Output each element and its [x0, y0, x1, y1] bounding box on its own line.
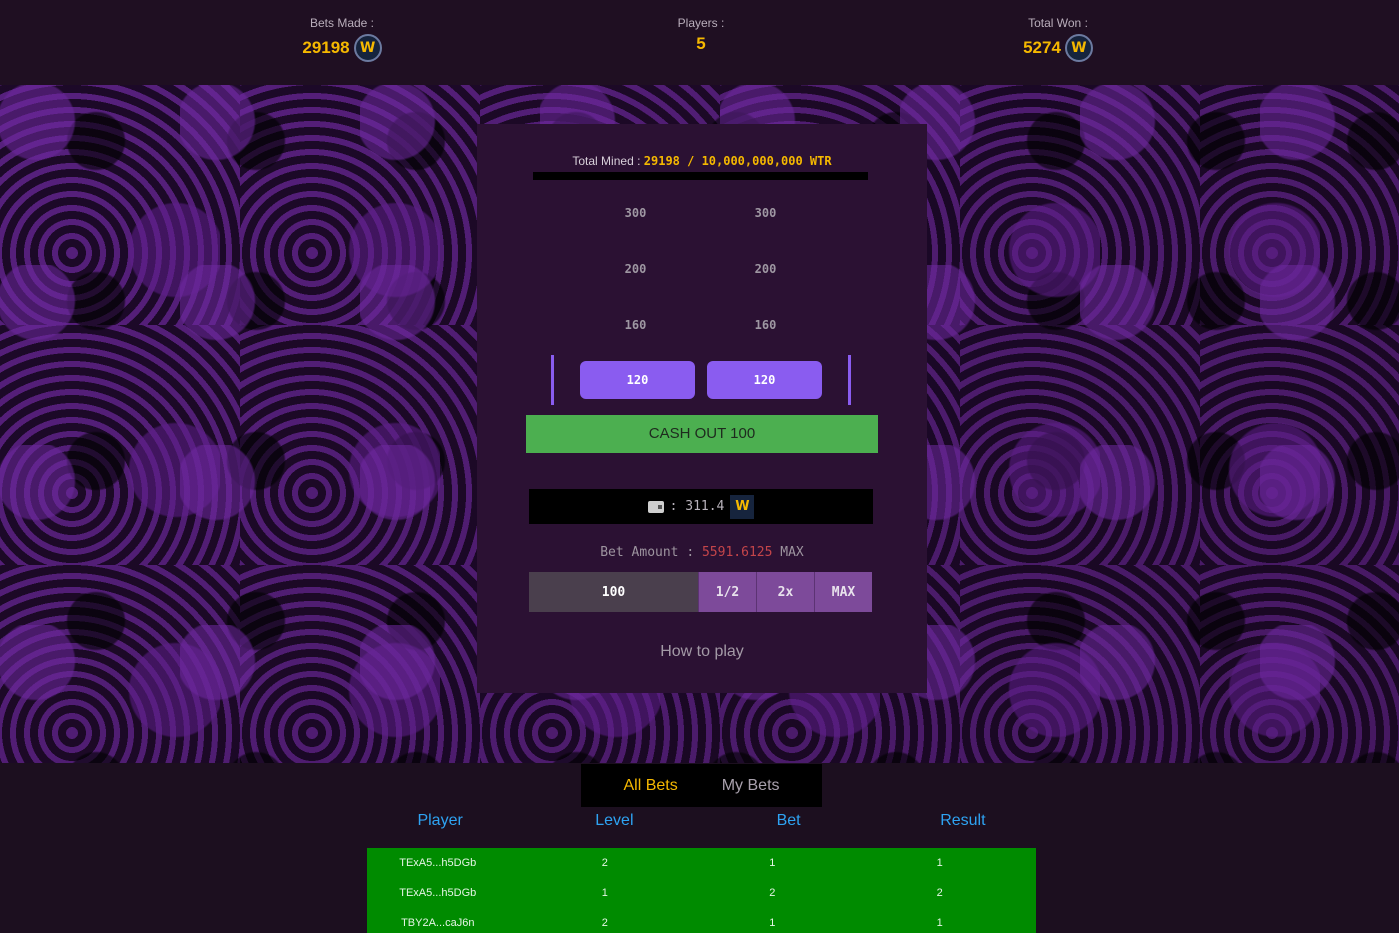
tower-rail-left: [551, 355, 554, 405]
total-mined-value: 29198 / 10,000,000,000 WTR: [643, 154, 832, 168]
player-cell: TExA5...h5DGb: [399, 857, 477, 869]
column-header-player: Player: [417, 812, 463, 829]
table-row: TExA5...h5DGb 2 1 1: [367, 848, 1036, 878]
column-header-level: Level: [595, 812, 634, 829]
tower-left-button[interactable]: 120: [580, 361, 695, 399]
bet-amount-max-label: MAX: [780, 545, 804, 560]
level-cell: 2: [601, 857, 608, 869]
tower-left-level-160: 160: [624, 318, 647, 332]
level-cell: 2: [601, 917, 608, 929]
result-cell: 1: [936, 917, 943, 929]
table-row: TExA5...h5DGb 1 2 2: [367, 878, 1036, 908]
total-won-stat: Total Won : 5274 W: [958, 16, 1158, 62]
total-mined: Total Mined : 29198 / 10,000,000,000 WTR: [477, 154, 927, 168]
total-won-value: 5274: [1023, 38, 1061, 57]
tower-right-level-300: 300: [754, 206, 777, 220]
tower-rail-right: [848, 355, 851, 405]
bets-made-stat: Bets Made : 29198 W: [242, 16, 442, 62]
wtr-coin-icon: W: [1064, 34, 1093, 62]
player-cell: TExA5...h5DGb: [399, 887, 477, 899]
max-bet-button[interactable]: MAX: [814, 572, 872, 612]
bet-amount-label: Bet Amount :: [600, 545, 695, 560]
cash-out-button[interactable]: CASH OUT 100: [526, 415, 878, 453]
tower-right-level-160: 160: [754, 318, 777, 332]
total-won-label: Total Won :: [1028, 16, 1088, 30]
wtr-coin-icon: W: [353, 34, 382, 62]
bet-amount-max-value: 5591.6125: [701, 545, 773, 560]
bet-amount-input[interactable]: [529, 572, 698, 612]
bet-cell: 2: [769, 887, 776, 899]
wallet-balance: : 311.4 W: [529, 489, 873, 524]
tower-right-level-200: 200: [754, 262, 777, 276]
result-cell: 2: [936, 887, 943, 899]
bets-table-header: Player Level Bet Result: [353, 812, 1050, 834]
bet-controls: 1/2 2x MAX: [529, 572, 872, 612]
tab-my-bets[interactable]: My Bets: [722, 777, 780, 795]
player-cell: TBY2A...caJ6n: [401, 917, 475, 929]
column-header-bet: Bet: [776, 812, 801, 829]
double-bet-button[interactable]: 2x: [756, 572, 814, 612]
mined-progress-bar: [533, 172, 868, 180]
tab-all-bets[interactable]: All Bets: [623, 777, 677, 795]
bets-tabs: All Bets My Bets: [581, 764, 822, 807]
tower-right-button[interactable]: 120: [707, 361, 822, 399]
tower-left-level-200: 200: [624, 262, 647, 276]
how-to-play-link[interactable]: How to play: [477, 643, 927, 661]
tower-left-level-300: 300: [624, 206, 647, 220]
stats-bar: Bets Made : 29198 W Players : 5 Total Wo…: [0, 0, 1399, 85]
half-bet-button[interactable]: 1/2: [698, 572, 756, 612]
bets-made-label: Bets Made :: [309, 16, 375, 30]
players-label: Players :: [677, 16, 725, 30]
table-row: TBY2A...caJ6n 2 1 1: [367, 908, 1036, 933]
bet-cell: 1: [769, 917, 776, 929]
bets-table: TExA5...h5DGb 2 1 1 TExA5...h5DGb 1 2 2 …: [367, 848, 1036, 933]
players-value: 5: [696, 34, 706, 53]
wallet-balance-value: : 311.4: [669, 499, 725, 514]
game-panel: Total Mined : 29198 / 10,000,000,000 WTR…: [477, 124, 927, 693]
bets-made-value: 29198: [302, 38, 350, 57]
level-cell: 1: [601, 887, 608, 899]
column-header-result: Result: [940, 812, 986, 829]
bet-amount-line: Bet Amount : 5591.6125 MAX: [477, 545, 927, 560]
total-mined-label: Total Mined :: [572, 154, 641, 168]
wtr-coin-icon: W: [730, 494, 755, 519]
result-cell: 1: [936, 857, 943, 869]
wallet-icon: [647, 500, 664, 513]
players-stat: Players : 5: [601, 16, 801, 54]
bet-cell: 1: [769, 857, 776, 869]
